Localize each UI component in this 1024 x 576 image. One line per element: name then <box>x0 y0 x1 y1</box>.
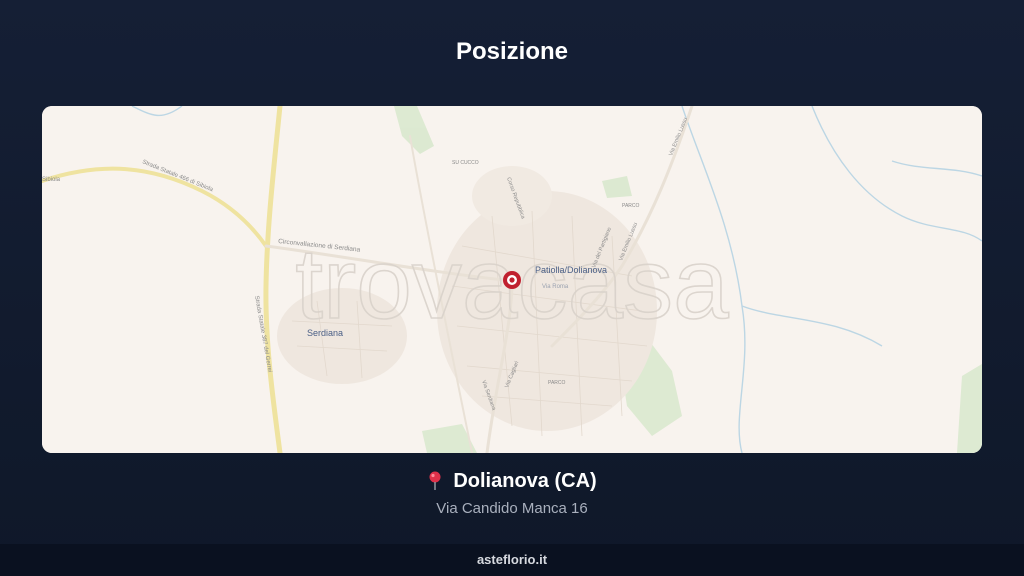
footer-site[interactable]: asteflorio.it <box>477 552 547 567</box>
footer: asteflorio.it <box>0 544 1024 576</box>
map-view[interactable]: trovacasa Patiolla/Dolianova Serdiana Vi… <box>42 106 982 453</box>
location-city: Dolianova (CA) <box>453 470 597 492</box>
map-canvas: trovacasa Patiolla/Dolianova Serdiana Vi… <box>42 106 982 453</box>
location-marker-icon[interactable] <box>503 271 521 289</box>
map-label-town-second: Serdiana <box>307 328 343 338</box>
map-label-via-roma: Via Roma <box>542 284 569 290</box>
map-label-parco-1: PARCO <box>622 203 640 209</box>
location-title: Dolianova (CA) <box>0 470 1024 497</box>
pushpin-icon <box>427 471 443 497</box>
map-label-su-cucco: SU CUCCO <box>452 160 479 166</box>
location-address: Via Candido Manca 16 <box>436 500 588 517</box>
page-title: Posizione <box>455 38 569 65</box>
map-label-parco-2: PARCO <box>548 380 566 386</box>
map-label-sibiola: Sibiola <box>42 177 61 183</box>
